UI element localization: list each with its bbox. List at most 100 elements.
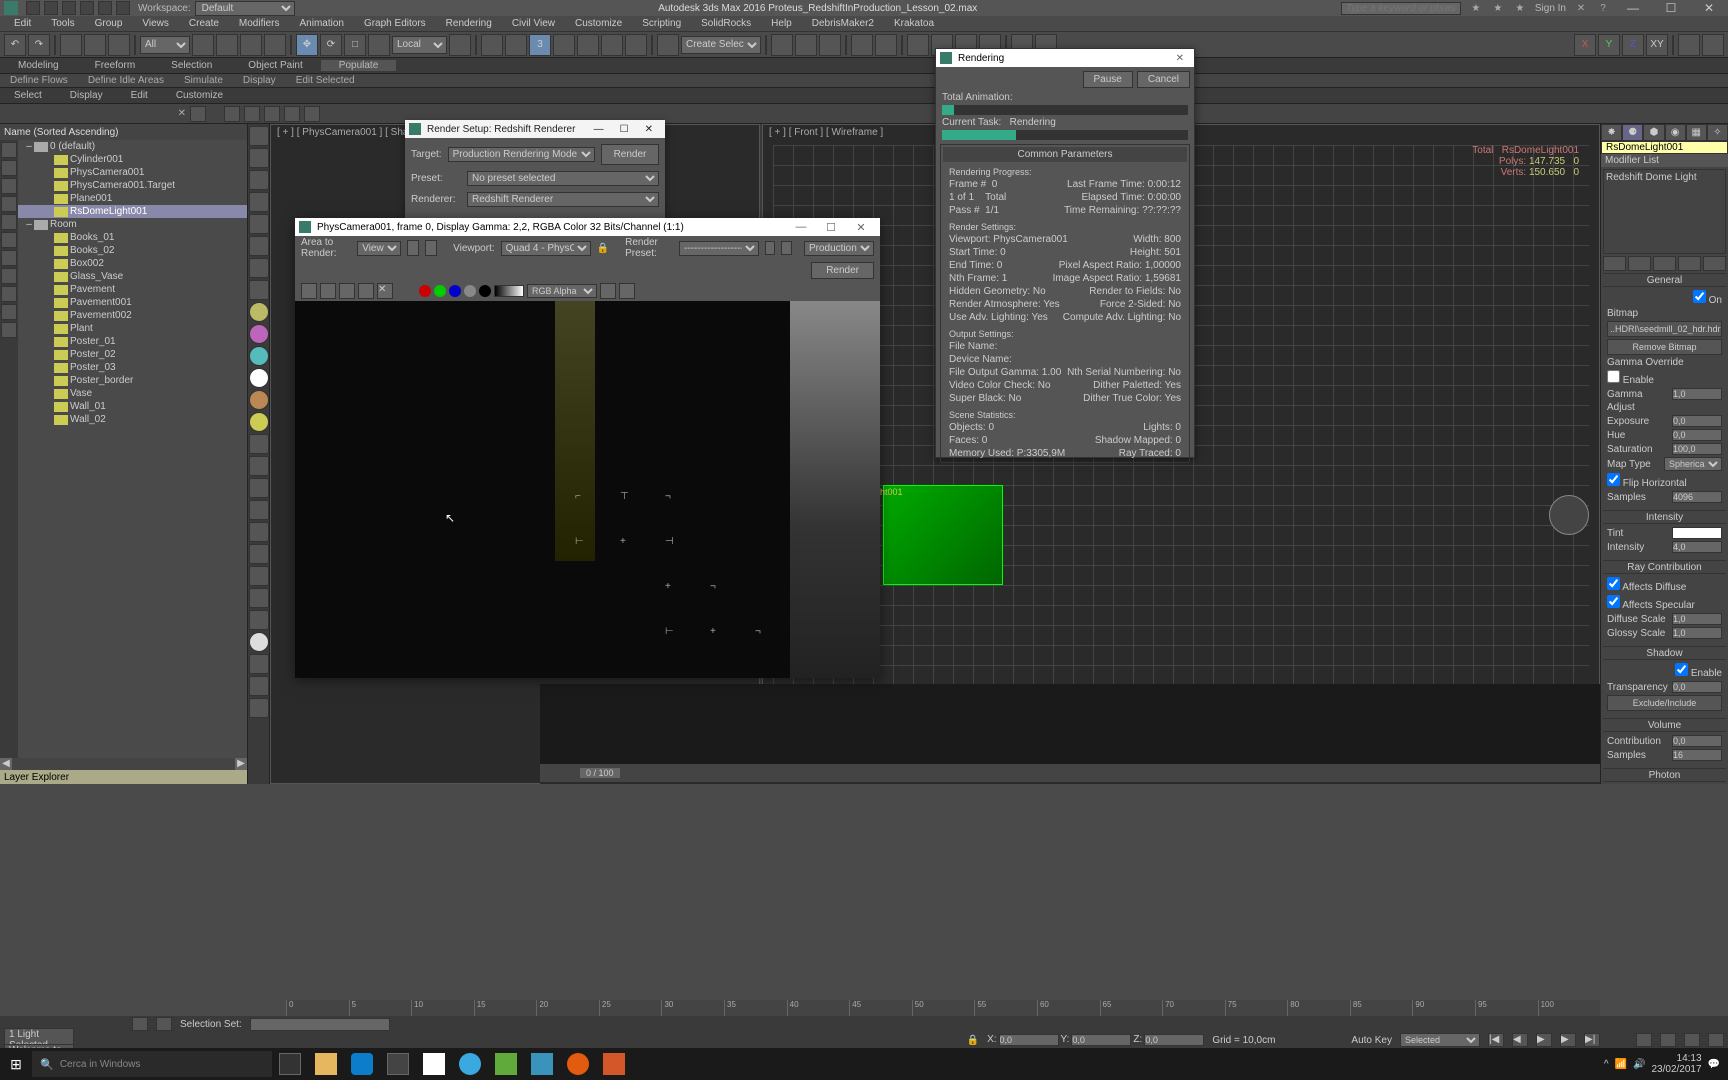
toggle-btn[interactable] — [600, 283, 616, 299]
strip-btn[interactable] — [249, 544, 269, 564]
menu-edit[interactable]: Edit — [4, 18, 41, 29]
clear-icon[interactable] — [358, 283, 374, 299]
tray-up-icon[interactable]: ^ — [1604, 1059, 1609, 1070]
icon-star[interactable]: ★ — [1491, 1, 1505, 15]
transparency-input[interactable] — [1672, 681, 1722, 693]
area-select[interactable]: View — [357, 241, 401, 256]
stack-btn[interactable] — [1703, 256, 1726, 271]
lock-icon[interactable]: 🔒 — [597, 243, 609, 254]
tool-button[interactable] — [625, 34, 647, 56]
timeline-tick[interactable]: 25 — [599, 1000, 662, 1016]
tool-button[interactable] — [505, 34, 527, 56]
skype-icon[interactable] — [452, 1048, 488, 1080]
selset-select[interactable]: Create Selection S — [681, 36, 761, 54]
timeline-tick[interactable]: 15 — [474, 1000, 537, 1016]
affects-diffuse-cb[interactable]: Affects Diffuse — [1607, 577, 1686, 593]
clone-icon[interactable] — [320, 283, 336, 299]
menu-civil[interactable]: Civil View — [502, 18, 565, 29]
tree-row[interactable]: RsDomeLight001 — [18, 205, 247, 218]
undo-button[interactable]: ↶ — [4, 34, 26, 56]
strip-btn[interactable] — [249, 500, 269, 520]
saturation-input[interactable] — [1672, 443, 1722, 455]
area-btn[interactable] — [425, 240, 437, 256]
tree-row[interactable]: Plane001 — [18, 192, 247, 205]
nav-btn[interactable] — [1684, 1033, 1700, 1047]
filter-select[interactable]: All — [140, 36, 190, 54]
tree-row[interactable]: Cylinder001 — [18, 153, 247, 166]
tree-row[interactable]: Glass_Vase — [18, 270, 247, 283]
rollout-photon[interactable]: Photon — [1603, 768, 1726, 782]
strip-btn[interactable] — [249, 478, 269, 498]
filter-btn[interactable] — [1, 196, 17, 212]
filter-btn[interactable] — [1, 268, 17, 284]
maximize-icon[interactable]: ☐ — [620, 124, 629, 135]
tree-row[interactable]: Books_01 — [18, 231, 247, 244]
renderer-select[interactable]: Redshift Renderer — [467, 192, 659, 207]
sr-flows[interactable]: Define Flows — [0, 75, 78, 86]
flip-checkbox[interactable]: Flip Horizontal — [1607, 473, 1687, 489]
tree-row[interactable]: –Room — [18, 218, 247, 231]
timeline-tick[interactable]: 60 — [1037, 1000, 1100, 1016]
tool-button[interactable] — [216, 34, 238, 56]
contribution-input[interactable] — [1672, 735, 1722, 747]
tab-utilities[interactable]: ✧ — [1707, 124, 1728, 141]
tree-row[interactable]: Poster_02 — [18, 348, 247, 361]
app-icon[interactable] — [488, 1048, 524, 1080]
axis-x-button[interactable]: X — [1574, 34, 1596, 56]
tool-button[interactable] — [1678, 34, 1700, 56]
stack-btn[interactable] — [1678, 256, 1701, 271]
strip-btn[interactable] — [249, 632, 269, 652]
timeline-ruler[interactable]: 0510152025303540455055606570758085909510… — [286, 1000, 1600, 1016]
key-select[interactable]: Selected — [1400, 1033, 1480, 1047]
tree-row[interactable]: –0 (default) — [18, 140, 247, 153]
tool-button[interactable] — [875, 34, 897, 56]
strip-btn[interactable] — [249, 324, 269, 344]
tree-row[interactable]: PhysCamera001 — [18, 166, 247, 179]
sec-icon[interactable] — [224, 106, 240, 122]
strip-btn[interactable] — [249, 566, 269, 586]
vol-samples-input[interactable] — [1672, 749, 1722, 761]
filter-btn[interactable] — [1, 142, 17, 158]
signin-link[interactable]: Sign In — [1535, 3, 1566, 14]
settings-icon[interactable] — [380, 1048, 416, 1080]
tab-create[interactable]: ✸ — [1601, 124, 1622, 141]
copy-icon[interactable] — [339, 283, 355, 299]
timeline-tick[interactable]: 20 — [536, 1000, 599, 1016]
help-icon[interactable]: ? — [1596, 1, 1610, 15]
menu-help[interactable]: Help — [761, 18, 802, 29]
gamma-input[interactable] — [1672, 388, 1722, 400]
timeline-tick[interactable]: 55 — [974, 1000, 1037, 1016]
strip-btn[interactable] — [249, 214, 269, 234]
channel-a[interactable] — [464, 285, 476, 297]
time-slider-track[interactable]: 0 / 100 — [540, 764, 1600, 782]
sec-icon[interactable] — [244, 106, 260, 122]
wifi-icon[interactable]: 📶 — [1615, 1059, 1627, 1070]
rollout-shadow[interactable]: Shadow — [1603, 646, 1726, 660]
ribbon-selection[interactable]: Selection — [153, 60, 230, 71]
rotate-button[interactable]: ⟳ — [320, 34, 342, 56]
tint-color[interactable] — [1672, 527, 1722, 539]
close-icon[interactable]: ✕ — [1176, 53, 1184, 64]
sel-edit[interactable]: Edit — [121, 90, 158, 101]
unlink-button[interactable] — [84, 34, 106, 56]
filter-btn[interactable] — [1, 286, 17, 302]
tool-button[interactable] — [240, 34, 262, 56]
tree-row[interactable]: Poster_01 — [18, 335, 247, 348]
filter-btn[interactable] — [1, 322, 17, 338]
timeline-tick[interactable]: 65 — [1100, 1000, 1163, 1016]
sr-idle[interactable]: Define Idle Areas — [78, 75, 174, 86]
maximize-button[interactable]: ☐ — [816, 221, 846, 234]
on-checkbox[interactable]: On — [1693, 290, 1722, 306]
stack-btn[interactable] — [1653, 256, 1676, 271]
start-button[interactable]: ⊞ — [0, 1048, 32, 1080]
timeline-tick[interactable]: 50 — [912, 1000, 975, 1016]
sec-icon[interactable] — [190, 106, 206, 122]
firefox-icon[interactable] — [560, 1048, 596, 1080]
rfw-canvas[interactable]: ⌐ ⊤ ¬ ⊢ + ⊣ + ¬ ⊢ + ¬ ↖ — [295, 301, 880, 678]
nav-btn[interactable] — [1660, 1033, 1676, 1047]
timeline-tick[interactable]: 80 — [1287, 1000, 1350, 1016]
scene-tree[interactable]: –0 (default)Cylinder001PhysCamera001Phys… — [18, 140, 247, 758]
sec-icon[interactable] — [284, 106, 300, 122]
rollout-volume[interactable]: Volume — [1603, 718, 1726, 732]
move-button[interactable]: ✥ — [296, 34, 318, 56]
